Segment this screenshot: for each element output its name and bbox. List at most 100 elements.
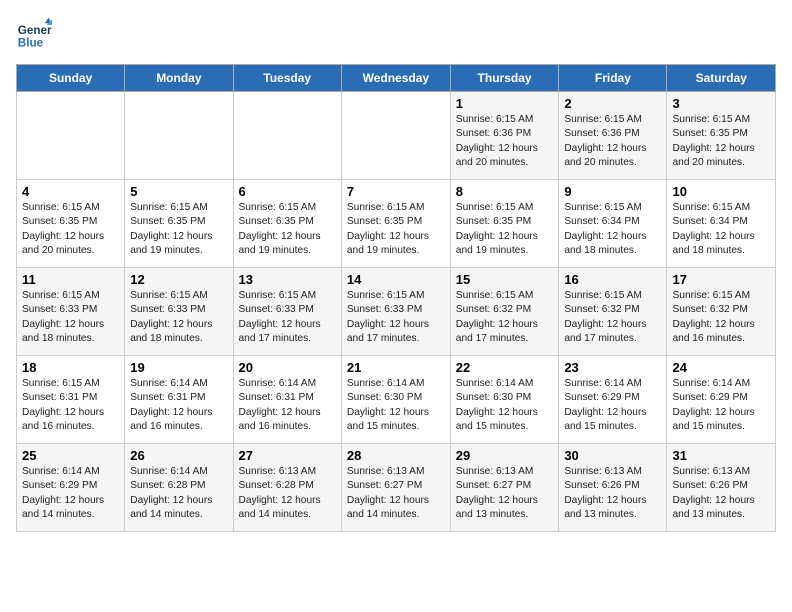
day-info: Sunrise: 6:14 AM Sunset: 6:29 PM Dayligh… xyxy=(564,377,661,434)
day-number: 31 xyxy=(672,448,770,463)
week-row-3: 11 Sunrise: 6:15 AM Sunset: 6:33 PM Dayli… xyxy=(17,268,776,356)
day-info: Sunrise: 6:14 AM Sunset: 6:31 PM Dayligh… xyxy=(239,377,336,434)
day-info: Sunrise: 6:15 AM Sunset: 6:35 PM Dayligh… xyxy=(22,201,119,258)
day-cell xyxy=(125,92,233,180)
day-info: Sunrise: 6:15 AM Sunset: 6:33 PM Dayligh… xyxy=(22,289,119,346)
day-cell: 20Sunrise: 6:14 AM Sunset: 6:31 PM Dayli… xyxy=(233,356,341,444)
logo-icon: General Blue xyxy=(16,16,52,52)
day-cell xyxy=(17,92,125,180)
svg-text:General: General xyxy=(18,24,52,37)
day-info: Sunrise: 6:13 AM Sunset: 6:26 PM Dayligh… xyxy=(564,465,661,522)
logo: General Blue xyxy=(16,16,52,52)
day-info: Sunrise: 6:15 AM Sunset: 6:34 PM Dayligh… xyxy=(564,201,661,258)
week-row-5: 25 Sunrise: 6:14 AM Sunset: 6:29 PM Dayli… xyxy=(17,444,776,532)
day-number: 11 xyxy=(22,272,119,287)
day-cell: 10 Sunrise: 6:15 AM Sunset: 6:34 PM Dayli… xyxy=(667,180,776,268)
day-info: Sunrise: 6:13 AM Sunset: 6:27 PM Dayligh… xyxy=(347,465,445,522)
day-info: Sunrise: 6:15 AM Sunset: 6:35 PM Dayligh… xyxy=(130,201,227,258)
day-header-wednesday: Wednesday xyxy=(341,65,450,92)
day-number: 4 xyxy=(22,184,119,199)
day-cell: 19Sunrise: 6:14 AM Sunset: 6:31 PM Dayli… xyxy=(125,356,233,444)
day-header-sunday: Sunday xyxy=(17,65,125,92)
day-cell: 4 Sunrise: 6:15 AM Sunset: 6:35 PM Daylig… xyxy=(17,180,125,268)
day-number: 27 xyxy=(239,448,336,463)
day-cell: 9 Sunrise: 6:15 AM Sunset: 6:34 PM Daylig… xyxy=(559,180,667,268)
day-number: 30 xyxy=(564,448,661,463)
day-cell: 23Sunrise: 6:14 AM Sunset: 6:29 PM Dayli… xyxy=(559,356,667,444)
day-info: Sunrise: 6:15 AM Sunset: 6:36 PM Dayligh… xyxy=(564,113,661,170)
day-number: 10 xyxy=(672,184,770,199)
day-info: Sunrise: 6:15 AM Sunset: 6:35 PM Dayligh… xyxy=(239,201,336,258)
day-cell: 25 Sunrise: 6:14 AM Sunset: 6:29 PM Dayli… xyxy=(17,444,125,532)
day-header-tuesday: Tuesday xyxy=(233,65,341,92)
day-cell xyxy=(341,92,450,180)
day-number: 29 xyxy=(456,448,554,463)
day-info: Sunrise: 6:15 AM Sunset: 6:31 PM Dayligh… xyxy=(22,377,119,434)
day-info: Sunrise: 6:14 AM Sunset: 6:29 PM Dayligh… xyxy=(22,465,119,522)
day-header-friday: Friday xyxy=(559,65,667,92)
day-info: Sunrise: 6:15 AM Sunset: 6:33 PM Dayligh… xyxy=(130,289,227,346)
day-cell: 18 Sunrise: 6:15 AM Sunset: 6:31 PM Dayli… xyxy=(17,356,125,444)
svg-text:Blue: Blue xyxy=(18,37,44,50)
day-cell: 8 Sunrise: 6:15 AM Sunset: 6:35 PM Daylig… xyxy=(450,180,559,268)
day-info: Sunrise: 6:15 AM Sunset: 6:34 PM Dayligh… xyxy=(672,201,770,258)
day-header-monday: Monday xyxy=(125,65,233,92)
day-cell: 30 Sunrise: 6:13 AM Sunset: 6:26 PM Dayli… xyxy=(559,444,667,532)
day-number: 18 xyxy=(22,360,119,375)
day-cell: 2 Sunrise: 6:15 AM Sunset: 6:36 PM Daylig… xyxy=(559,92,667,180)
day-number: 22 xyxy=(456,360,554,375)
day-number: 2 xyxy=(564,96,661,111)
day-cell: 7Sunrise: 6:15 AM Sunset: 6:35 PM Daylig… xyxy=(341,180,450,268)
day-cell: 29 Sunrise: 6:13 AM Sunset: 6:27 PM Dayli… xyxy=(450,444,559,532)
day-number: 14 xyxy=(347,272,445,287)
day-number: 12 xyxy=(130,272,227,287)
day-number: 17 xyxy=(672,272,770,287)
day-cell: 21Sunrise: 6:14 AM Sunset: 6:30 PM Dayli… xyxy=(341,356,450,444)
day-number: 8 xyxy=(456,184,554,199)
day-cell: 22 Sunrise: 6:14 AM Sunset: 6:30 PM Dayli… xyxy=(450,356,559,444)
day-info: Sunrise: 6:15 AM Sunset: 6:33 PM Dayligh… xyxy=(347,289,445,346)
day-number: 3 xyxy=(672,96,770,111)
day-info: Sunrise: 6:15 AM Sunset: 6:32 PM Dayligh… xyxy=(672,289,770,346)
page-header: General Blue xyxy=(16,16,776,52)
day-info: Sunrise: 6:15 AM Sunset: 6:32 PM Dayligh… xyxy=(456,289,554,346)
day-cell: 3 Sunrise: 6:15 AM Sunset: 6:35 PM Daylig… xyxy=(667,92,776,180)
day-cell: 27 Sunrise: 6:13 AM Sunset: 6:28 PM Dayli… xyxy=(233,444,341,532)
day-cell xyxy=(233,92,341,180)
day-info: Sunrise: 6:15 AM Sunset: 6:35 PM Dayligh… xyxy=(456,201,554,258)
day-number: 6 xyxy=(239,184,336,199)
week-row-4: 18 Sunrise: 6:15 AM Sunset: 6:31 PM Dayli… xyxy=(17,356,776,444)
day-info: Sunrise: 6:14 AM Sunset: 6:28 PM Dayligh… xyxy=(130,465,227,522)
day-info: Sunrise: 6:15 AM Sunset: 6:33 PM Dayligh… xyxy=(239,289,336,346)
day-info: Sunrise: 6:15 AM Sunset: 6:35 PM Dayligh… xyxy=(672,113,770,170)
day-info: Sunrise: 6:13 AM Sunset: 6:26 PM Dayligh… xyxy=(672,465,770,522)
day-info: Sunrise: 6:13 AM Sunset: 6:27 PM Dayligh… xyxy=(456,465,554,522)
day-number: 24 xyxy=(672,360,770,375)
week-row-1: 1Sunrise: 6:15 AM Sunset: 6:36 PM Daylig… xyxy=(17,92,776,180)
day-cell: 17 Sunrise: 6:15 AM Sunset: 6:32 PM Dayli… xyxy=(667,268,776,356)
day-number: 9 xyxy=(564,184,661,199)
day-cell: 14 Sunrise: 6:15 AM Sunset: 6:33 PM Dayli… xyxy=(341,268,450,356)
day-cell: 16 Sunrise: 6:15 AM Sunset: 6:32 PM Dayli… xyxy=(559,268,667,356)
day-number: 15 xyxy=(456,272,554,287)
day-number: 26 xyxy=(130,448,227,463)
day-info: Sunrise: 6:15 AM Sunset: 6:32 PM Dayligh… xyxy=(564,289,661,346)
day-cell: 24 Sunrise: 6:14 AM Sunset: 6:29 PM Dayli… xyxy=(667,356,776,444)
day-cell: 11 Sunrise: 6:15 AM Sunset: 6:33 PM Dayli… xyxy=(17,268,125,356)
day-header-thursday: Thursday xyxy=(450,65,559,92)
day-info: Sunrise: 6:14 AM Sunset: 6:30 PM Dayligh… xyxy=(456,377,554,434)
day-info: Sunrise: 6:14 AM Sunset: 6:29 PM Dayligh… xyxy=(672,377,770,434)
day-number: 7 xyxy=(347,184,445,199)
week-row-2: 4 Sunrise: 6:15 AM Sunset: 6:35 PM Daylig… xyxy=(17,180,776,268)
day-info: Sunrise: 6:13 AM Sunset: 6:28 PM Dayligh… xyxy=(239,465,336,522)
day-info: Sunrise: 6:14 AM Sunset: 6:31 PM Dayligh… xyxy=(130,377,227,434)
calendar-table: SundayMondayTuesdayWednesdayThursdayFrid… xyxy=(16,64,776,532)
day-cell: 6 Sunrise: 6:15 AM Sunset: 6:35 PM Daylig… xyxy=(233,180,341,268)
day-number: 16 xyxy=(564,272,661,287)
day-cell: 13Sunrise: 6:15 AM Sunset: 6:33 PM Dayli… xyxy=(233,268,341,356)
day-number: 25 xyxy=(22,448,119,463)
calendar-header: SundayMondayTuesdayWednesdayThursdayFrid… xyxy=(17,65,776,92)
day-number: 21 xyxy=(347,360,445,375)
day-number: 28 xyxy=(347,448,445,463)
day-cell: 5Sunrise: 6:15 AM Sunset: 6:35 PM Daylig… xyxy=(125,180,233,268)
